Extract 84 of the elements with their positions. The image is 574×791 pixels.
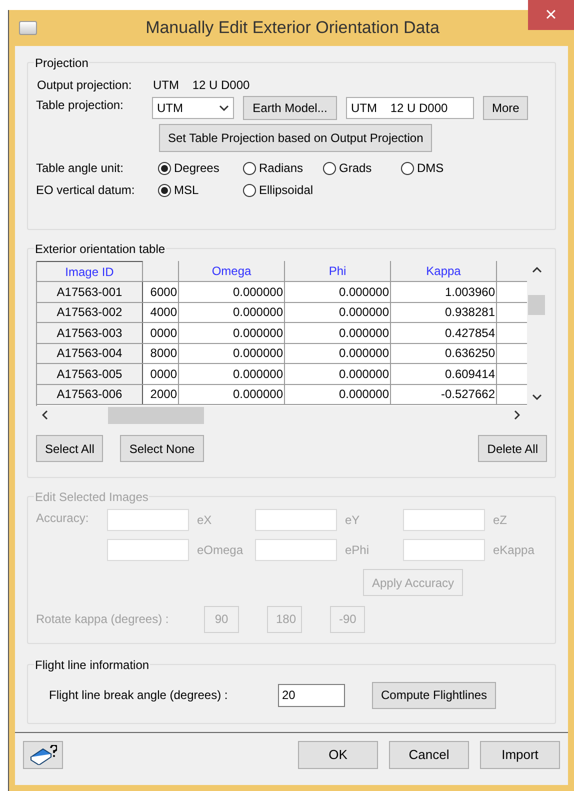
table-cell: 0.000000 [285,302,391,322]
table-cell: 0.609414 [391,364,497,384]
radio-button[interactable] [243,184,256,196]
chevron-down-icon [532,394,542,400]
dialog-button[interactable]: Cancel [389,741,469,769]
field-label: Rotate kappa (degrees) : [36,611,170,628]
field-label: Accuracy: [36,510,90,527]
row-header[interactable]: A17563-005 [37,364,143,384]
app-icon [19,21,37,35]
table-cell: 6000 [143,282,179,302]
field-label: eOmega [196,542,244,559]
radio-label: Radians [259,160,304,177]
compute-flightlines-button[interactable]: Compute Flightlines [372,682,496,708]
field-label: eKappa [492,542,536,559]
radio-label: MSL [174,182,199,199]
radio-button[interactable] [243,162,256,174]
close-button[interactable]: × [528,0,574,30]
table-cell: 0.938281 [391,302,497,322]
table-cell: 1.003960 [391,282,497,302]
column-header[interactable]: Image ID [37,261,143,281]
chevron-up-icon [532,267,542,273]
field-label: ePhi [344,542,370,559]
table-cell: 0.000000 [179,302,285,322]
chevron-right-icon [514,410,520,420]
row-header[interactable]: A17563-003 [37,323,143,342]
table-cell: 0.000000 [179,323,285,342]
table-cell: 0.000000 [285,282,391,302]
select-none-button[interactable]: Select None [120,435,204,462]
dialog-button[interactable]: Import [480,741,560,769]
table-cell: 0.000000 [285,364,391,384]
select-all-button[interactable]: Select All [36,435,104,462]
table-cell: 0.000000 [179,384,285,404]
field-label: Table angle unit: [36,160,124,177]
column-header[interactable]: Omega [179,261,285,281]
column-header[interactable]: Phi [285,261,391,281]
projection-dropdown[interactable]: UTM [152,97,234,119]
field-label: eX [196,512,213,529]
table-cell: 0.427854 [391,323,497,342]
table-cell: 0.000000 [179,344,285,363]
projection-field[interactable]: UTM 12 U D000 [346,97,474,119]
radio-label: Ellipsoidal [259,182,314,199]
scrollbar-thumb[interactable] [528,294,545,314]
window-title: Manually Edit Exterior Orientation Data [144,17,440,40]
table-cell: 8000 [143,344,179,363]
table-cell: 4000 [143,302,179,322]
row-header[interactable]: A17563-004 [37,344,143,363]
field-label: Output projection: [37,77,133,94]
earth-model-button[interactable]: Earth Model... [243,96,337,120]
field-label: Flight line break angle (degrees) : [49,687,229,704]
break-angle-field[interactable]: 20 [278,684,345,706]
radio-label: Grads [339,160,372,177]
radio-button[interactable] [158,162,171,174]
table-cell: 0.636250 [391,344,497,363]
chevron-left-icon [42,410,48,420]
row-header[interactable]: A17563-001 [37,282,143,302]
dialog-button[interactable]: OK [298,741,378,769]
radio-button[interactable] [158,184,171,196]
table-cell: 0.000000 [285,344,391,363]
field-label: Table projection: [36,97,124,114]
field-label: EO vertical datum: [36,182,136,199]
table-cell: 0000 [143,364,179,384]
row-header[interactable]: A17563-006 [37,384,143,404]
radio-label: Degrees [174,160,220,177]
table-cell: 0.000000 [285,323,391,342]
delete-all-button[interactable]: Delete All [478,435,547,462]
set-projection-button[interactable]: Set Table Projection based on Output Projection [159,124,432,152]
radio-button[interactable] [401,162,414,174]
output-projection-value: UTM 12 U D000 [153,77,250,94]
field-label: eZ [492,512,508,529]
table-cell: 2000 [143,384,179,404]
table-cell: 0.000000 [179,282,285,302]
table-cell: 0.000000 [179,364,285,384]
table-cell: 0000 [143,323,179,342]
table-cell: 0.000000 [285,384,391,404]
help-book-icon [29,745,57,765]
radio-label: DMS [417,160,444,177]
chevron-down-icon [219,105,229,111]
table-cell: -0.527662 [391,384,497,404]
more-button[interactable]: More [483,96,528,120]
row-header[interactable]: A17563-002 [37,302,143,322]
scrollbar-thumb[interactable] [108,406,204,424]
radio-button[interactable] [323,162,336,174]
field-label: eY [344,512,361,529]
help-button[interactable] [23,741,63,769]
